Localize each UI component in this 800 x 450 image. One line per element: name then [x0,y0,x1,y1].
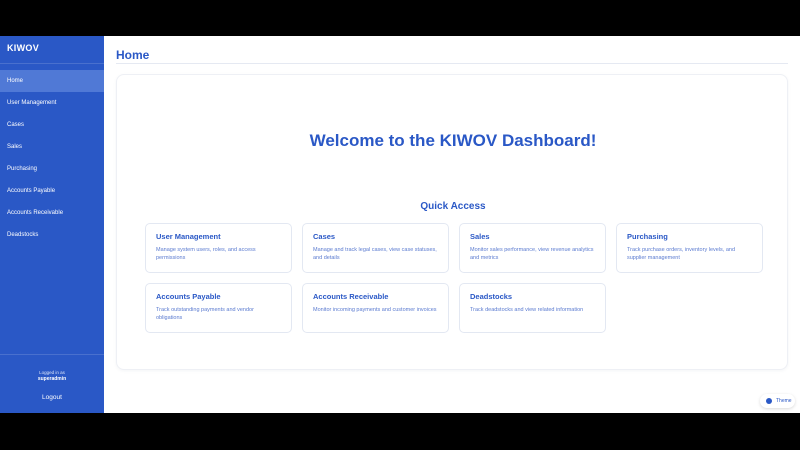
divider [0,63,104,64]
quick-access-sales[interactable]: Sales Monitor sales performance, view re… [459,223,606,273]
dashboard-panel: Welcome to the KIWOV Dashboard! Quick Ac… [116,74,788,370]
tile-title: User Management [156,232,221,241]
quick-access-purchasing[interactable]: Purchasing Track purchase orders, invent… [616,223,763,273]
tile-title: Deadstocks [470,292,513,301]
sidebar: KIWOV Home User Management Cases Sales P… [0,36,104,413]
tile-title: Sales [470,232,490,241]
sidebar-item-deadstocks[interactable]: Deadstocks [0,224,104,246]
quick-access-accounts-payable[interactable]: Accounts Payable Track outstanding payme… [145,283,292,333]
tile-title: Accounts Receivable [313,292,389,301]
welcome-heading: Welcome to the KIWOV Dashboard! [309,131,597,150]
username: superadmin [37,376,67,382]
logged-in-label: Logged in as [39,370,65,375]
divider [116,63,788,64]
quick-access-user-management[interactable]: User Management Manage system users, rol… [145,223,292,273]
tile-description: Track outstanding payments and vendor ob… [156,307,254,321]
sidebar-item-purchasing[interactable]: Purchasing [0,158,104,180]
tile-title: Accounts Payable [156,292,221,301]
theme-toggle-button[interactable]: Theme [760,394,795,408]
theme-toggle-label: Theme [776,398,792,404]
tile-title: Cases [313,232,336,241]
logout-button[interactable]: Logout [0,394,104,401]
tile-description: Manage and track legal cases, view case … [313,247,437,261]
tile-description: Monitor sales performance, view revenue … [470,247,594,261]
sidebar-item-user-management[interactable]: User Management [0,92,104,114]
sidebar-item-sales[interactable]: Sales [0,136,104,158]
theme-dot-icon [766,398,772,404]
quick-access-heading: Quick Access [420,201,486,212]
quick-access-cases[interactable]: Cases Manage and track legal cases, view… [302,223,449,273]
tile-description: Track deadstocks and view related inform… [470,307,584,313]
sidebar-nav: Home User Management Cases Sales Purchas… [0,70,104,246]
tile-description: Manage system users, roles, and access p… [156,247,256,261]
sidebar-item-accounts-payable[interactable]: Accounts Payable [0,180,104,202]
main-content: Home Welcome to the KIWOV Dashboard! Qui… [104,36,800,413]
quick-access-deadstocks[interactable]: Deadstocks Track deadstocks and view rel… [459,283,606,333]
divider [0,354,104,355]
quick-access-accounts-receivable[interactable]: Accounts Receivable Monitor incoming pay… [302,283,449,333]
tile-description: Monitor incoming payments and customer i… [313,307,437,313]
page-title: Home [116,48,150,62]
tile-title: Purchasing [627,232,668,241]
sidebar-item-home[interactable]: Home [0,70,104,92]
app-window: KIWOV Home User Management Cases Sales P… [0,36,800,413]
sidebar-item-cases[interactable]: Cases [0,114,104,136]
sidebar-item-accounts-receivable[interactable]: Accounts Receivable [0,202,104,224]
tile-description: Track purchase orders, inventory levels,… [627,247,736,261]
brand-logo: KIWOV [7,43,39,53]
